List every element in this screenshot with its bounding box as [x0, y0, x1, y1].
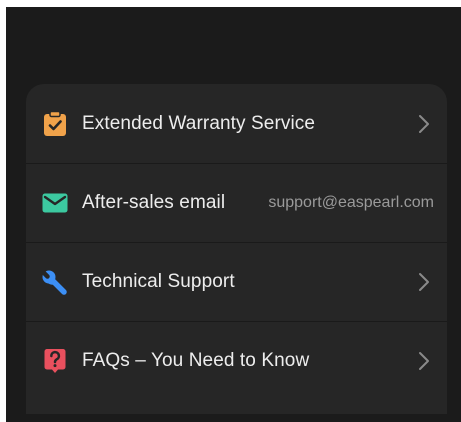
chevron-right-icon [417, 351, 431, 371]
menu-item-label: Technical Support [82, 270, 235, 292]
chevron-right-icon [417, 272, 431, 292]
menu-item-technical-support[interactable]: Technical Support [26, 242, 447, 321]
menu-item-label: After-sales email [82, 191, 226, 213]
support-menu-card: Extended Warranty Service After-sales em… [26, 84, 447, 414]
menu-item-extended-warranty[interactable]: Extended Warranty Service [26, 84, 447, 163]
mail-icon [42, 190, 68, 216]
menu-item-after-sales-email[interactable]: After-sales email support@easpearl.com [26, 163, 447, 242]
clipboard-check-icon [42, 110, 68, 137]
menu-item-faqs[interactable]: FAQs – You Need to Know [26, 321, 447, 400]
wrench-icon [42, 269, 68, 295]
question-icon [42, 348, 68, 374]
menu-item-label: FAQs – You Need to Know [82, 349, 310, 371]
menu-item-label: Extended Warranty Service [82, 112, 316, 134]
chevron-right-icon [417, 114, 431, 134]
support-email-value[interactable]: support@easpearl.com [268, 194, 434, 212]
app-screen: Extended Warranty Service After-sales em… [6, 7, 461, 422]
